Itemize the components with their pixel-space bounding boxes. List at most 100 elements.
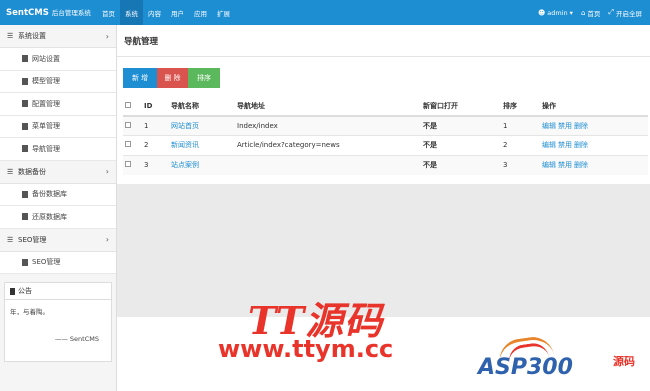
- file-icon: [22, 190, 28, 198]
- col-url[interactable]: 导航地址: [237, 96, 423, 117]
- sidebar-item-backup-db[interactable]: 备份数据库: [0, 183, 116, 206]
- sidebar-group-system-settings[interactable]: ☰ 系统设置 ›: [0, 25, 116, 48]
- cell-url: Index/index: [237, 115, 423, 136]
- sidebar-item-label: 导航管理: [32, 144, 60, 153]
- group-label: 系统设置: [18, 32, 46, 40]
- users-icon: ☻: [537, 8, 546, 17]
- cell-new-window: 不是: [423, 115, 503, 136]
- chevron-right-icon: ›: [105, 235, 109, 244]
- disable-link[interactable]: 禁用: [558, 141, 572, 149]
- delete-button[interactable]: 删 除: [157, 68, 188, 88]
- user-menu[interactable]: ☻ admin ▾: [538, 9, 573, 17]
- file-icon: [22, 55, 28, 63]
- col-actions: 操作: [542, 96, 648, 117]
- table-row: 3 站点案例 不是 3 编辑 禁用 删除: [123, 154, 648, 175]
- col-new-window[interactable]: 新窗口打开: [423, 96, 503, 117]
- group-label: 数据备份: [18, 167, 46, 176]
- sidebar-group-seo[interactable]: ☰ SEO管理 ›: [0, 228, 116, 252]
- notice-signature: —— SentCMS: [54, 335, 99, 343]
- file-icon: [22, 258, 28, 266]
- fullscreen-icon: ⤢: [608, 8, 614, 16]
- list-icon: ☰: [7, 32, 14, 40]
- cell-name-link[interactable]: 新闻资讯: [171, 135, 237, 155]
- top-nav: 首页 系统 内容 用户 应用 扩展: [97, 0, 235, 25]
- sidebar-item-seo-management[interactable]: SEO管理: [0, 251, 116, 274]
- file-icon: [22, 77, 28, 85]
- sidebar-item-label: 模型管理: [32, 77, 60, 86]
- sort-button[interactable]: 排序: [188, 68, 220, 88]
- disable-link[interactable]: 禁用: [558, 122, 572, 130]
- brand[interactable]: SentCMS 后台管理系统: [0, 7, 97, 18]
- nav-user[interactable]: 用户: [166, 0, 189, 25]
- sidebar-item-nav-management[interactable]: 导航管理: [0, 138, 116, 161]
- group-label: SEO管理: [18, 235, 47, 244]
- row-checkbox[interactable]: [125, 141, 131, 148]
- cell-new-window: 不是: [423, 135, 503, 155]
- list-icon: ☰: [7, 235, 14, 244]
- sidebar-item-config-management[interactable]: 配置管理: [0, 93, 116, 116]
- cell-name-link[interactable]: 网站首页: [171, 115, 237, 136]
- row-checkbox[interactable]: [125, 122, 131, 128]
- row-checkbox-cell: [123, 154, 144, 175]
- user-name: admin: [547, 8, 568, 17]
- edit-link[interactable]: 编辑: [542, 141, 556, 149]
- edit-link[interactable]: 编辑: [542, 161, 556, 169]
- row-checkbox-cell: [123, 115, 144, 136]
- col-id[interactable]: ID: [144, 96, 171, 117]
- sidebar-item-restore-db[interactable]: 还原数据库: [0, 206, 116, 229]
- sidebar-item-site-settings[interactable]: 网站设置: [0, 48, 116, 71]
- sidebar-group-data-backup[interactable]: ☰ 数据备份 ›: [0, 160, 116, 184]
- delete-link[interactable]: 删除: [574, 141, 588, 149]
- home-link[interactable]: ⌂ 首页: [581, 8, 600, 18]
- add-button[interactable]: 新 增: [123, 68, 157, 88]
- cell-name-link[interactable]: 站点案例: [171, 154, 237, 175]
- col-name[interactable]: 导航名称: [171, 96, 237, 117]
- cell-actions: 编辑 禁用 删除: [542, 154, 648, 175]
- edit-link[interactable]: 编辑: [542, 122, 556, 130]
- caret-down-icon: ▾: [569, 8, 573, 17]
- file-icon: [22, 213, 28, 221]
- brand-subtitle: 后台管理系统: [51, 9, 91, 17]
- sidebar-item-label: 备份数据库: [32, 190, 67, 199]
- brand-name: SentCMS: [6, 8, 49, 18]
- sidebar-item-label: 配置管理: [32, 99, 60, 108]
- delete-link[interactable]: 删除: [574, 122, 588, 130]
- cell-url: Article/index?category=news: [237, 135, 423, 155]
- cell-id: 2: [144, 135, 171, 155]
- nav-content[interactable]: 内容: [143, 0, 166, 25]
- cell-new-window: 不是: [423, 154, 503, 175]
- chevron-right-icon: ›: [105, 167, 109, 176]
- nav-home[interactable]: 首页: [97, 0, 120, 25]
- sidebar-item-model-management[interactable]: 模型管理: [0, 70, 116, 93]
- top-navbar: SentCMS 后台管理系统 首页 系统 内容 用户 应用 扩展 ☻ admin…: [0, 0, 650, 25]
- col-sort[interactable]: 排序: [503, 96, 542, 117]
- sidebar-item-menu-management[interactable]: 菜单管理: [0, 115, 116, 138]
- cell-sort: 2: [503, 135, 542, 155]
- cell-url: [237, 154, 423, 175]
- cell-actions: 编辑 禁用 删除: [542, 135, 648, 155]
- cell-sort: 1: [503, 115, 542, 136]
- notice-title: 公告: [18, 287, 32, 295]
- row-checkbox[interactable]: [125, 161, 131, 167]
- select-all-checkbox[interactable]: [125, 101, 131, 108]
- main-content: 导航管理 新 增 删 除 排序 ID 导航名称 导航地址 新窗口打开 排序 操作…: [117, 25, 650, 391]
- notice-body: 年，与着陶。: [10, 308, 49, 316]
- top-right: ☻ admin ▾ ⌂ 首页 ⤢ 开启全屏: [538, 8, 650, 18]
- cell-sort: 3: [503, 154, 542, 175]
- table-row: 2 新闻资讯 Article/index?category=news 不是 2 …: [123, 135, 648, 155]
- delete-link[interactable]: 删除: [574, 161, 588, 169]
- fullscreen-button[interactable]: ⤢ 开启全屏: [608, 8, 642, 18]
- page-title: 导航管理: [117, 25, 650, 57]
- disable-link[interactable]: 禁用: [558, 161, 572, 169]
- nav-extend[interactable]: 扩展: [212, 0, 235, 25]
- nav-system[interactable]: 系统: [120, 0, 143, 25]
- file-icon: [22, 100, 28, 108]
- file-icon: [22, 122, 28, 130]
- table-header-row: ID 导航名称 导航地址 新窗口打开 排序 操作: [123, 96, 648, 117]
- nav-apps[interactable]: 应用: [189, 0, 212, 25]
- content-background: [117, 184, 650, 317]
- list-icon: ☰: [7, 167, 14, 176]
- sidebar: ☰ 系统设置 › 网站设置 模型管理 配置管理 菜单管理 导航管理 ☰ 数据备份…: [0, 25, 117, 391]
- notice-header: 公告: [5, 283, 111, 300]
- sidebar-item-label: 网站设置: [32, 54, 60, 63]
